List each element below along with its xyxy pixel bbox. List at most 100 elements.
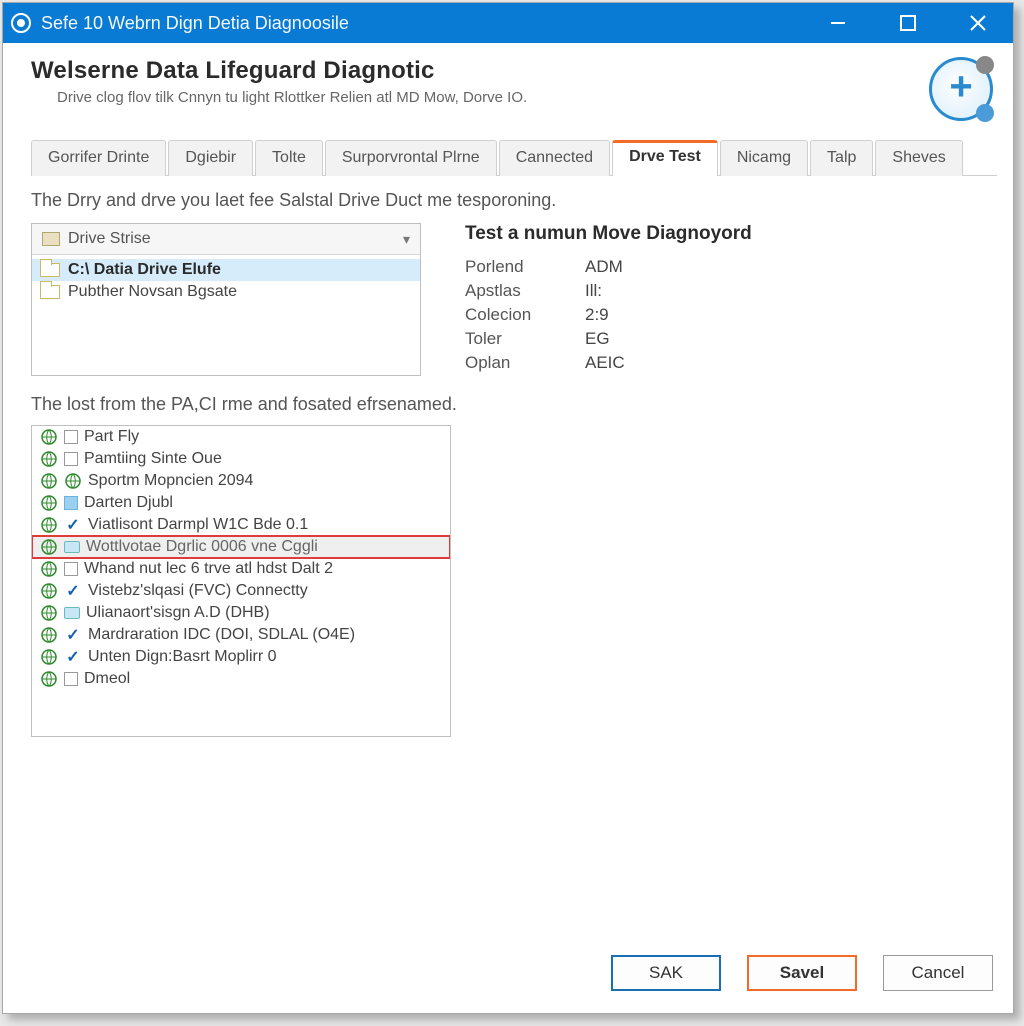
info-value: ADM	[585, 257, 752, 277]
drive-item[interactable]: C:\ Datia Drive Elufe	[32, 259, 420, 281]
tab-content: The Drry and drve you laet fee Salstal D…	[31, 176, 997, 955]
list-item[interactable]: Whand nut lec 6 trve atl hdst Dalt 2	[32, 558, 450, 580]
list-item-label: Viatlisont Darmpl W1C Bde 0.1	[88, 516, 308, 534]
tab-strip: Gorrifer DrinteDgiebirTolteSurporvrontal…	[31, 139, 997, 176]
tab-3[interactable]: Surporvrontal Plrne	[325, 140, 497, 176]
list-item-label: Sportm Mopncien 2094	[88, 472, 253, 490]
list-item-label: Darten Djubl	[84, 494, 173, 512]
tab-4[interactable]: Cannected	[499, 140, 610, 176]
monitor-icon	[64, 607, 80, 619]
info-grid: PorlendADMApstlasIll:Colecion2:9TolerEGO…	[465, 257, 752, 373]
app-window: Sefe 10 Webrn Dign Detia Diagnoosile Wel…	[2, 2, 1014, 1014]
list-item[interactable]: ✓ Unten Dign:Basrt Moplirr 0	[32, 646, 450, 668]
info-key: Oplan	[465, 353, 585, 373]
app-icon	[11, 13, 31, 33]
list-item[interactable]: ✓ Viatlisont Darmpl W1C Bde 0.1	[32, 514, 450, 536]
list-item-label: Pamtiing Sinte Oue	[84, 450, 222, 468]
titlebar: Sefe 10 Webrn Dign Detia Diagnoosile	[3, 3, 1013, 43]
box-icon	[64, 562, 78, 576]
tab-1[interactable]: Dgiebir	[168, 140, 253, 176]
ok-button[interactable]: SAK	[611, 955, 721, 991]
tab-0[interactable]: Gorrifer Drinte	[31, 140, 166, 176]
info-value: AEIC	[585, 353, 752, 373]
check-icon: ✓	[64, 516, 82, 534]
globe-icon	[40, 450, 58, 468]
list-item[interactable]: Darten Djubl	[32, 492, 450, 514]
info-key: Porlend	[465, 257, 585, 277]
minimize-icon	[829, 14, 847, 32]
list-item[interactable]: Ulianaort'sisgn A.D (DHB)	[32, 602, 450, 624]
header: Welserne Data Lifeguard Diagnotic Drive …	[31, 57, 997, 121]
globe-icon	[40, 538, 58, 556]
info-key: Apstlas	[465, 281, 585, 301]
tab-7[interactable]: Talp	[810, 140, 873, 176]
brand-logo-icon	[929, 57, 993, 121]
globe-icon	[40, 582, 58, 600]
tab-6[interactable]: Nicamg	[720, 140, 808, 176]
minimize-button[interactable]	[803, 3, 873, 43]
intro-text-2: The lost from the PA,CI rme and fosated …	[31, 394, 997, 415]
globe-icon	[40, 494, 58, 512]
blue-square-icon	[64, 496, 78, 510]
info-key: Colecion	[465, 305, 585, 325]
folder-icon	[42, 232, 60, 246]
drive-item-label: C:\ Datia Drive Elufe	[68, 261, 221, 279]
tab-8[interactable]: Sheves	[875, 140, 962, 176]
drive-select-label: Drive Strise	[68, 230, 403, 248]
check-icon: ✓	[64, 626, 82, 644]
drive-select-panel: Drive Strise ▾ C:\ Datia Drive Elufe Pubt…	[31, 223, 421, 376]
list-item-label: Ulianaort'sisgn A.D (DHB)	[86, 604, 270, 622]
maximize-button[interactable]	[873, 3, 943, 43]
tab-2[interactable]: Tolte	[255, 140, 323, 176]
list-item-label: Mardraration IDC (DOI, SDLAL (O4E)	[88, 626, 355, 644]
drive-item-label: Pubther Novsan Bgsate	[68, 283, 237, 301]
info-value: EG	[585, 329, 752, 349]
info-value: Ill:	[585, 281, 752, 301]
page-subtitle: Drive clog flov tilk Cnnyn tu light Rlot…	[57, 89, 929, 106]
window-title: Sefe 10 Webrn Dign Detia Diagnoosile	[41, 13, 349, 34]
intro-text-1: The Drry and drve you laet fee Salstal D…	[31, 190, 997, 211]
list-item[interactable]: ✓ Mardraration IDC (DOI, SDLAL (O4E)	[32, 624, 450, 646]
chevron-down-icon: ▾	[403, 231, 410, 248]
box-icon	[64, 452, 78, 466]
tab-5[interactable]: Drve Test	[612, 140, 718, 176]
info-title: Test a numun Move Diagnoyord	[465, 223, 752, 245]
list-item[interactable]: Part Fly	[32, 426, 450, 448]
list-item[interactable]: ✓ Vistebz'slqasi (FVC) Connectty	[32, 580, 450, 602]
globe-icon	[40, 428, 58, 446]
box-icon	[64, 672, 78, 686]
drive-icon	[40, 263, 60, 277]
check-icon: ✓	[64, 582, 82, 600]
info-key: Toler	[465, 329, 585, 349]
list-item-label: Wottlvotae Dgrlic 0006 vne Cggli	[86, 538, 318, 556]
box-icon	[64, 430, 78, 444]
drive-icon	[40, 285, 60, 299]
drive-item[interactable]: Pubther Novsan Bgsate	[32, 281, 420, 303]
list-item-label: Unten Dign:Basrt Moplirr 0	[88, 648, 277, 666]
check-icon: ✓	[64, 648, 82, 666]
page-title: Welserne Data Lifeguard Diagnotic	[31, 57, 929, 85]
drive-select-header[interactable]: Drive Strise ▾	[32, 224, 420, 255]
globe-icon	[40, 516, 58, 534]
globe-icon	[40, 560, 58, 578]
dialog-footer: SAK Savel Cancel	[31, 955, 997, 997]
test-listbox[interactable]: Part Fly Pamtiing Sinte Oue Sportm Mopncie…	[31, 425, 451, 737]
list-item-label: Vistebz'slqasi (FVC) Connectty	[88, 582, 308, 600]
info-value: 2:9	[585, 305, 752, 325]
list-item[interactable]: Pamtiing Sinte Oue	[32, 448, 450, 470]
list-item[interactable]: Dmeol	[32, 668, 450, 690]
list-item-label: Dmeol	[84, 670, 130, 688]
drive-info-block: Test a numun Move Diagnoyord PorlendADMA…	[465, 223, 752, 373]
globe-icon	[64, 472, 82, 490]
maximize-icon	[899, 14, 917, 32]
close-button[interactable]	[943, 3, 1013, 43]
save-button[interactable]: Savel	[747, 955, 857, 991]
list-item-label: Whand nut lec 6 trve atl hdst Dalt 2	[84, 560, 333, 578]
list-item-label: Part Fly	[84, 428, 139, 446]
close-icon	[969, 14, 987, 32]
globe-icon	[40, 604, 58, 622]
list-item[interactable]: Sportm Mopncien 2094	[32, 470, 450, 492]
list-item[interactable]: Wottlvotae Dgrlic 0006 vne Cggli	[32, 536, 450, 558]
cancel-button[interactable]: Cancel	[883, 955, 993, 991]
drive-list[interactable]: C:\ Datia Drive Elufe Pubther Novsan Bgsa…	[32, 255, 420, 375]
